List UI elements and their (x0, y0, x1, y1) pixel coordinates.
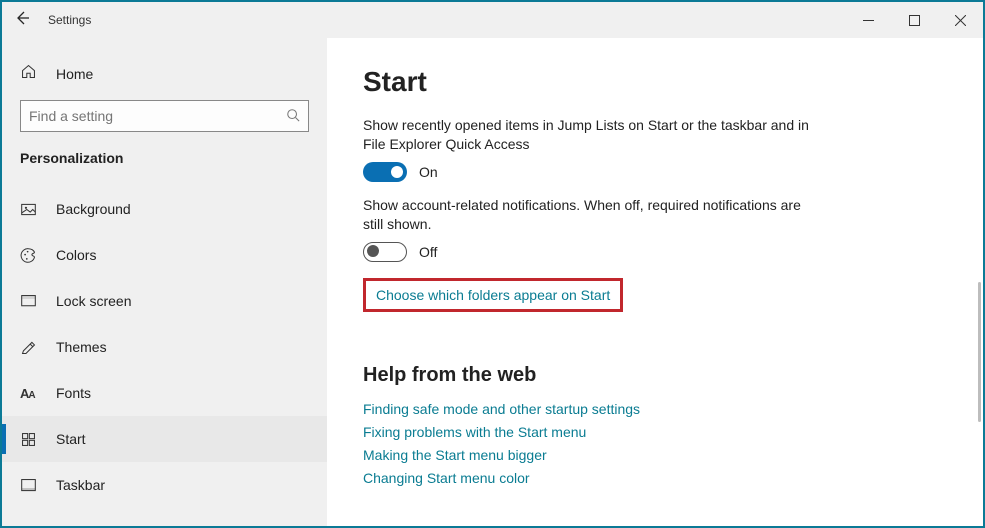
setting-jump-lists-desc: Show recently opened items in Jump Lists… (363, 116, 823, 154)
sidebar-item-label: Lock screen (40, 293, 131, 309)
help-link[interactable]: Making the Start menu bigger (363, 447, 947, 463)
title-bar: Settings (2, 2, 983, 38)
sidebar-item-taskbar[interactable]: Taskbar (2, 462, 327, 508)
toggle-jump-lists[interactable] (363, 162, 407, 182)
start-tiles-icon (20, 431, 40, 448)
help-link[interactable]: Finding safe mode and other startup sett… (363, 401, 947, 417)
fonts-icon: AA (20, 386, 40, 401)
toggle-account-notif-state: Off (419, 244, 437, 260)
sidebar-item-label: Themes (40, 339, 107, 355)
sidebar-item-fonts[interactable]: AA Fonts (2, 370, 327, 416)
maximize-button[interactable] (891, 2, 937, 38)
taskbar-icon (20, 477, 40, 494)
category-header: Personalization (2, 144, 327, 186)
sidebar-item-label: Start (40, 431, 86, 447)
setting-account-notif-desc: Show account-related notifications. When… (363, 196, 823, 234)
toggle-account-notif[interactable] (363, 242, 407, 262)
sidebar-item-start[interactable]: Start (2, 416, 327, 462)
sidebar-item-label: Taskbar (40, 477, 105, 493)
sidebar-item-label: Colors (40, 247, 96, 263)
sidebar-item-colors[interactable]: Colors (2, 232, 327, 278)
help-header: Help from the web (363, 364, 947, 387)
link-choose-folders[interactable]: Choose which folders appear on Start (376, 287, 610, 303)
scrollbar[interactable] (978, 282, 981, 422)
sidebar-item-themes[interactable]: Themes (2, 324, 327, 370)
close-button[interactable] (937, 2, 983, 38)
sidebar-item-label: Background (40, 201, 131, 217)
sidebar-item-label: Fonts (40, 385, 91, 401)
toggle-jump-lists-state: On (419, 164, 438, 180)
highlight-box: Choose which folders appear on Start (363, 278, 623, 312)
sidebar: Home Personalization Background Colors (2, 38, 327, 526)
themes-icon (20, 339, 40, 356)
window-title: Settings (42, 13, 91, 27)
help-link[interactable]: Fixing problems with the Start menu (363, 424, 947, 440)
sidebar-item-background[interactable]: Background (2, 186, 327, 232)
picture-icon (20, 201, 40, 218)
search-icon (286, 108, 300, 125)
minimize-button[interactable] (845, 2, 891, 38)
main-panel: Start Show recently opened items in Jump… (327, 38, 983, 526)
palette-icon (20, 247, 40, 264)
sidebar-item-lock-screen[interactable]: Lock screen (2, 278, 327, 324)
lock-screen-icon (20, 293, 40, 310)
sidebar-item-home[interactable]: Home (2, 54, 327, 94)
page-title: Start (363, 66, 947, 98)
search-field[interactable] (29, 108, 286, 124)
search-input[interactable] (20, 100, 309, 132)
home-label: Home (40, 66, 93, 82)
home-icon (20, 63, 40, 85)
help-link[interactable]: Changing Start menu color (363, 470, 947, 486)
back-button[interactable] (2, 10, 42, 31)
